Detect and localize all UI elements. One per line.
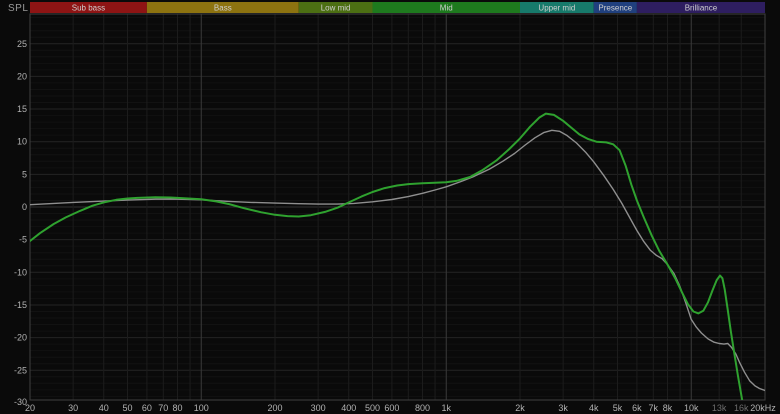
x-tick-label: 16k — [734, 403, 749, 413]
y-tick-label: -10 — [14, 267, 27, 277]
y-tick-label: 25 — [17, 39, 27, 49]
x-tick-label: 100 — [194, 403, 209, 413]
x-tick-label: 13k — [712, 403, 727, 413]
band-label: Upper mid — [538, 4, 575, 13]
x-tick-label: 20 — [25, 403, 35, 413]
x-tick-label: 800 — [415, 403, 430, 413]
x-tick-label: 10k — [684, 403, 699, 413]
band-label: Presence — [598, 4, 632, 13]
band-label: Mid — [440, 4, 453, 13]
x-tick-label: 8k — [663, 403, 673, 413]
y-tick-label: -5 — [19, 235, 27, 245]
band-label: Brilliance — [685, 4, 718, 13]
x-tick-label: 30 — [68, 403, 78, 413]
x-tick-label: 600 — [384, 403, 399, 413]
y-tick-label: 0 — [22, 202, 27, 212]
x-tick-label: 40 — [99, 403, 109, 413]
y-tick-label: -15 — [14, 300, 27, 310]
x-tick-label: 300 — [311, 403, 326, 413]
band-label: Low mid — [321, 4, 351, 13]
x-tick-label: 3k — [558, 403, 568, 413]
frequency-response-chart-window: SPL Sub bass Bass Low mid Mid Upper mid Prese… — [0, 0, 780, 414]
x-tick-label: 400 — [341, 403, 356, 413]
x-tick-label: 500 — [365, 403, 380, 413]
band-label: Bass — [214, 4, 232, 13]
x-tick-label: 2k — [515, 403, 525, 413]
x-tick-label: 50 — [122, 403, 132, 413]
y-tick-label: 5 — [22, 169, 27, 179]
y-tick-label: -25 — [14, 365, 27, 375]
frequency-response-plot: Sub bass Bass Low mid Mid Upper mid Presence B… — [14, 2, 776, 413]
x-tick-label: 5k — [613, 403, 623, 413]
y-tick-label: 20 — [17, 71, 27, 81]
x-tick-label: 6k — [632, 403, 642, 413]
x-tick-label: 4k — [589, 403, 599, 413]
x-tick-label: 70 — [158, 403, 168, 413]
x-tick-label: 200 — [267, 403, 282, 413]
x-tick-label: 80 — [172, 403, 182, 413]
y-tick-label: -20 — [14, 333, 27, 343]
x-tick-label: 1k — [441, 403, 451, 413]
y-tick-label: 10 — [17, 137, 27, 147]
x-tick-label: 7k — [649, 403, 659, 413]
x-tick-label: 20kHz — [750, 403, 776, 413]
y-tick-label: 15 — [17, 104, 27, 114]
band-label: Sub bass — [72, 4, 105, 13]
measurement-green-curve — [30, 112, 744, 400]
x-tick-label: 60 — [142, 403, 152, 413]
reference-gray-curve — [30, 129, 765, 392]
